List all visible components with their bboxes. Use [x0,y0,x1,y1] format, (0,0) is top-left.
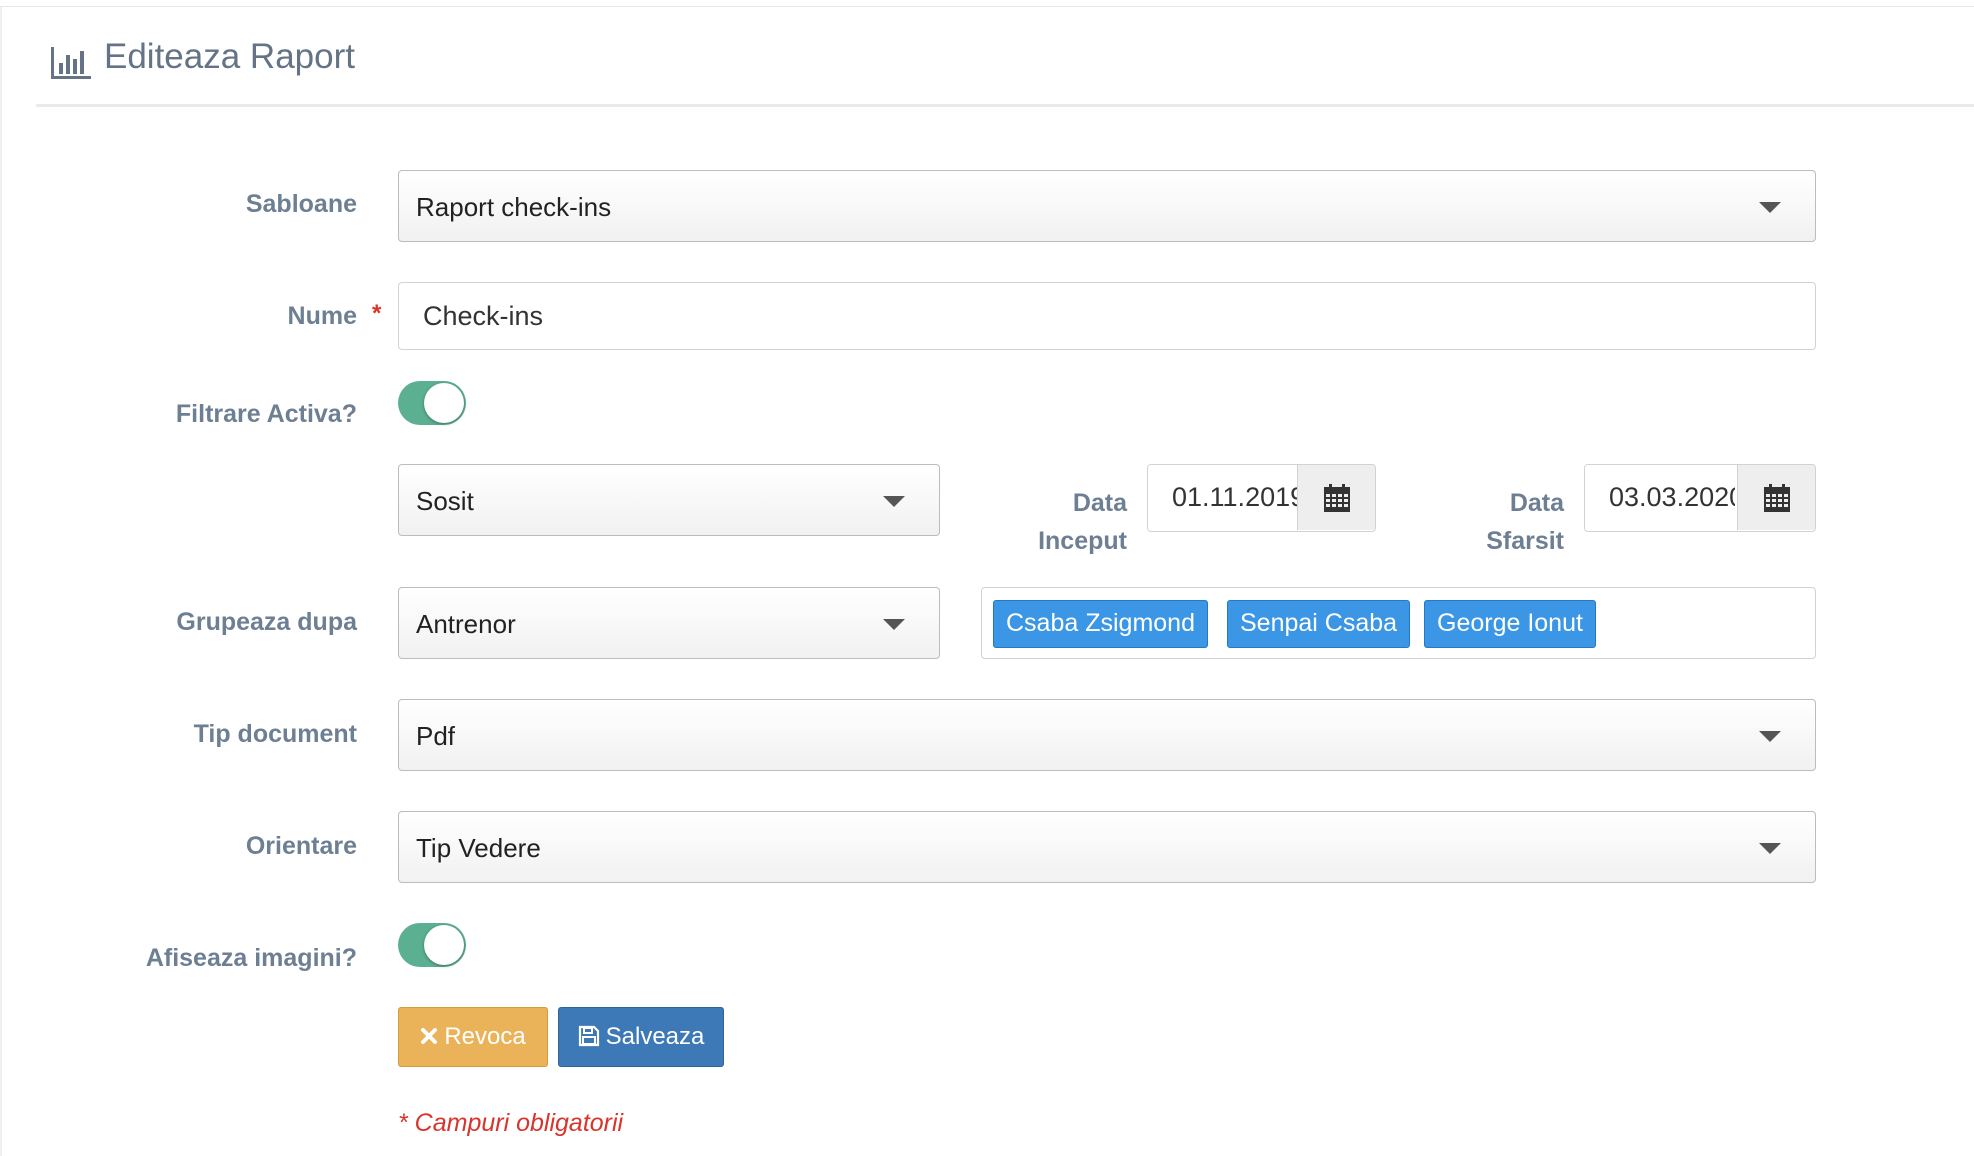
chevron-down-icon [883,619,905,630]
end-date-label-line2: Sfarsit [1486,527,1564,555]
templates-select-value: Raport check-ins [416,192,612,222]
end-date-label: Data Sfarsit [1440,484,1564,560]
orientation-select[interactable]: Tip Vedere [398,811,1816,883]
group-by-tags-input[interactable]: Csaba Zsigmond Senpai Csaba George Ionut [981,587,1816,659]
tag-item[interactable]: George Ionut [1424,600,1596,648]
chevron-down-icon [883,496,905,507]
orientation-label: Orientare [245,832,357,860]
save-button-label: Salveaza [605,1023,705,1050]
start-date-label: Data Inceput [1000,484,1127,560]
group-by-label: Grupeaza dupa [176,608,357,636]
start-date-input[interactable] [1148,465,1298,530]
orientation-value: Tip Vedere [416,833,541,863]
end-date-calendar-button[interactable] [1737,465,1815,530]
cancel-button[interactable]: Revoca [398,1007,548,1067]
templates-select[interactable]: Raport check-ins [398,170,1816,242]
close-icon [421,1027,438,1044]
name-label: Nume [287,302,357,330]
document-type-label: Tip document [193,720,357,748]
chevron-down-icon [1759,202,1781,213]
save-button[interactable]: Salveaza [558,1007,724,1067]
calendar-icon [1764,484,1790,512]
panel-header: Editeaza Raport [36,7,1974,107]
document-type-value: Pdf [416,721,456,751]
status-filter-value: Sosit [416,486,474,516]
tag-item[interactable]: Senpai Csaba [1227,600,1411,648]
chevron-down-icon [1759,731,1781,742]
toggle-knob [424,925,464,965]
end-date-input[interactable] [1585,465,1735,530]
end-date-label-line1: Data [1509,489,1564,517]
start-date-label-line1: Data [1072,489,1127,517]
tag-item[interactable]: Csaba Zsigmond [993,600,1208,648]
toggle-knob [424,383,464,423]
name-input[interactable] [398,282,1816,350]
group-by-select[interactable]: Antrenor [398,587,940,659]
cancel-button-label: Revoca [444,1023,526,1050]
bar-chart-icon [51,47,91,79]
status-filter-select[interactable]: Sosit [398,464,940,536]
start-date-label-line2: Inceput [1038,527,1127,555]
start-date-group [1147,464,1376,532]
show-images-toggle[interactable] [398,923,466,967]
start-date-calendar-button[interactable] [1297,465,1375,530]
document-type-select[interactable]: Pdf [398,699,1816,771]
show-images-label: Afiseaza imagini? [145,944,357,972]
group-by-value: Antrenor [416,609,516,639]
required-fields-note: * Campuri obligatorii [398,1109,624,1137]
page-title: Editeaza Raport [104,37,355,76]
floppy-disk-icon [578,1025,599,1046]
required-mark: * [372,300,382,327]
templates-label: Sabloane [245,190,357,218]
active-filter-label: Filtrare Activa? [175,400,357,428]
chevron-down-icon [1759,843,1781,854]
active-filter-toggle[interactable] [398,381,466,425]
calendar-icon [1324,484,1350,512]
end-date-group [1584,464,1816,532]
